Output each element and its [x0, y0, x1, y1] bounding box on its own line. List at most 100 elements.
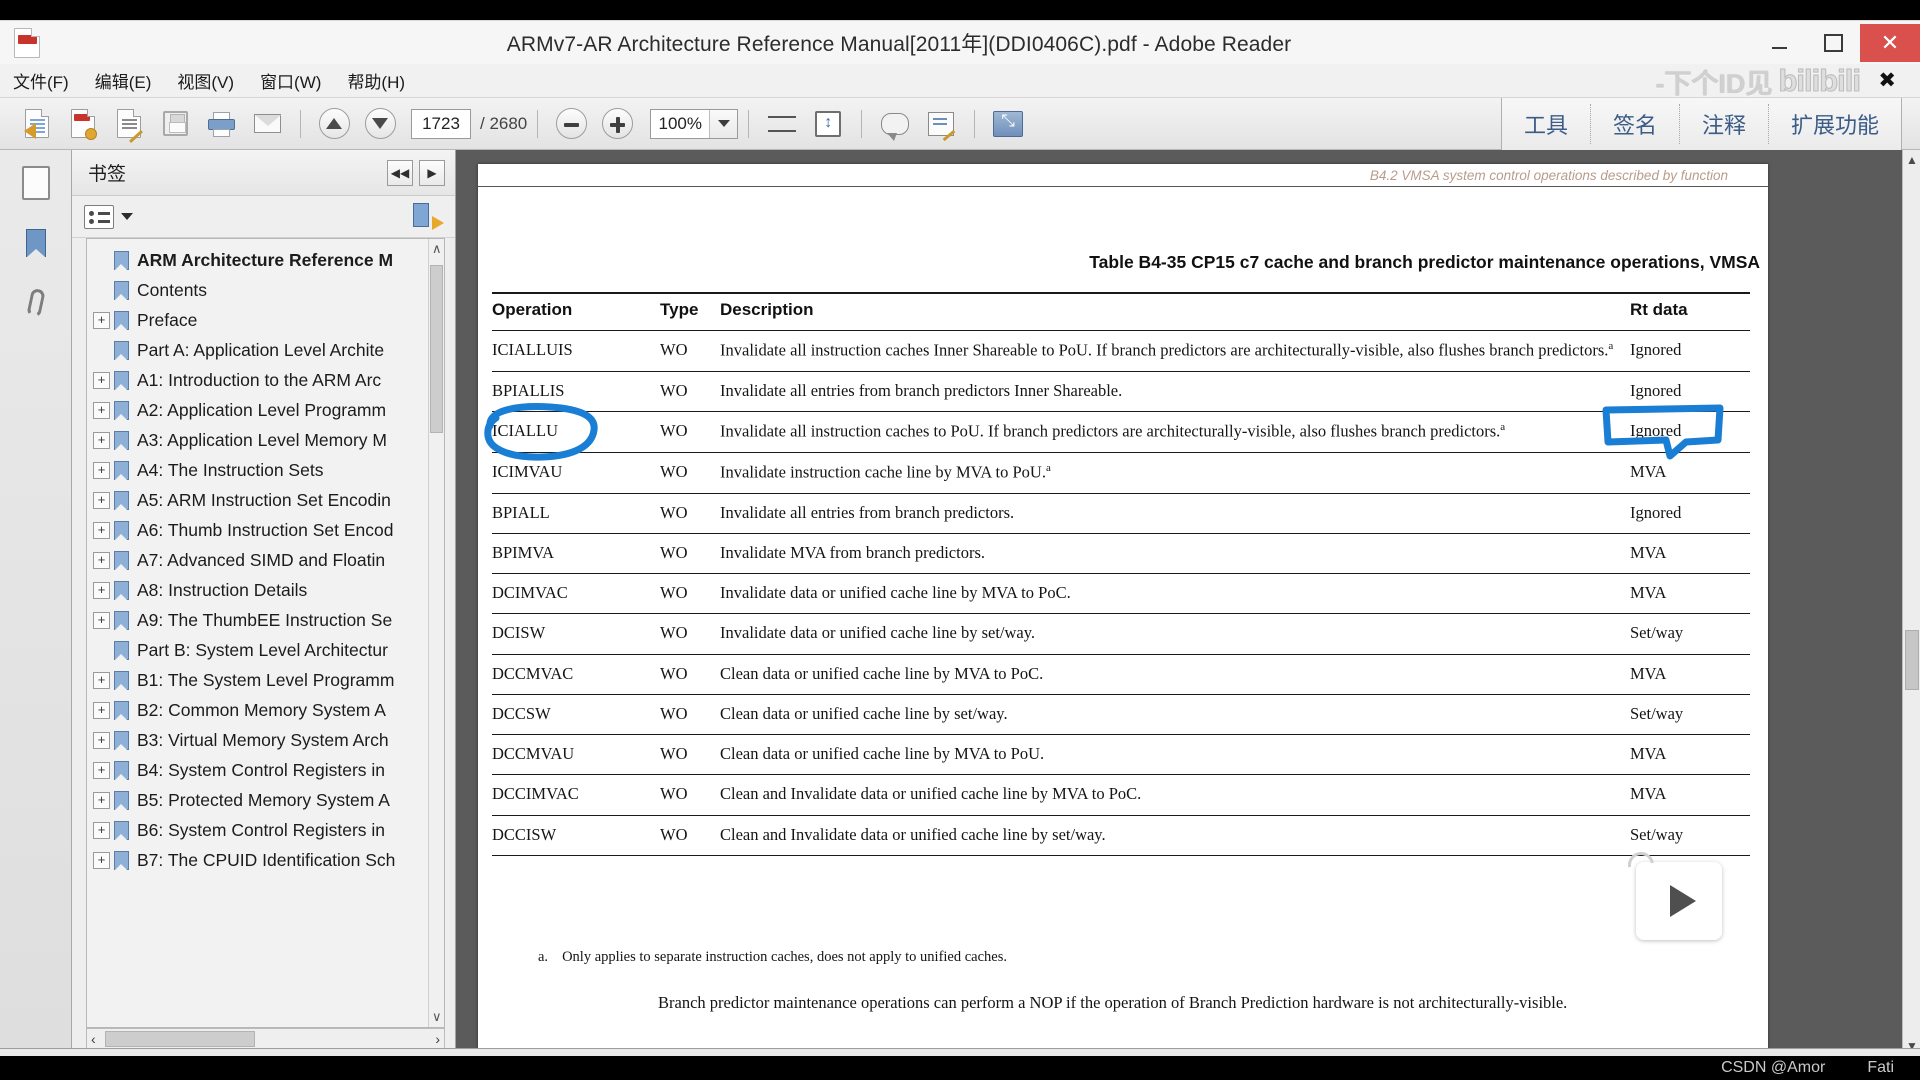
bookmark-item[interactable]: + A1: Introduction to the ARM Arc: [87, 365, 444, 395]
maximize-button[interactable]: [1806, 24, 1860, 62]
next-page-button[interactable]: [357, 104, 403, 144]
page-thumbnails-icon[interactable]: [13, 160, 59, 206]
cell-operation[interactable]: DCCMVAU: [492, 734, 660, 776]
attachments-icon[interactable]: [13, 280, 59, 326]
close-button[interactable]: ✕: [1860, 23, 1920, 62]
scroll-down-icon[interactable]: ∨: [432, 1009, 442, 1025]
cell-operation[interactable]: ICIALLUIS: [492, 330, 660, 372]
cell-operation[interactable]: DCCMVAC: [492, 654, 660, 695]
menu-file[interactable]: 文件(F): [0, 65, 82, 96]
cell-operation[interactable]: DCISW: [492, 613, 660, 655]
bookmark-item[interactable]: + A5: ARM Instruction Set Encodin: [87, 485, 444, 515]
expand-panel-icon[interactable]: ▶: [419, 159, 445, 186]
fit-width-icon[interactable]: [759, 104, 805, 144]
menu-help[interactable]: 帮助(H): [334, 65, 418, 96]
bookmark-item[interactable]: + A6: Thumb Instruction Set Encod: [87, 515, 444, 545]
cell-operation[interactable]: DCCIMVAC: [492, 774, 660, 816]
expander-icon[interactable]: +: [93, 761, 110, 779]
edit-pdf-icon[interactable]: [106, 104, 152, 144]
expander-icon[interactable]: +: [93, 311, 110, 329]
bookmark-item[interactable]: + B1: The System Level Programm: [87, 665, 444, 695]
tool-tab-sign[interactable]: 签名: [1591, 103, 1680, 144]
print-icon[interactable]: [198, 104, 244, 144]
bookmark-item[interactable]: + B3: Virtual Memory System Arch: [87, 725, 444, 755]
bookmark-item[interactable]: + A2: Application Level Programm: [87, 395, 444, 425]
expander-icon[interactable]: +: [93, 551, 110, 569]
expander-icon[interactable]: +: [93, 611, 110, 629]
hscrollbar-thumb[interactable]: [105, 1031, 255, 1047]
expander-icon[interactable]: +: [93, 701, 110, 719]
scroll-left-icon[interactable]: ‹: [91, 1031, 96, 1047]
collapse-panel-icon[interactable]: ◀◀: [387, 159, 413, 186]
tool-tab-extended[interactable]: 扩展功能: [1769, 104, 1901, 144]
cell-operation[interactable]: DCCSW: [492, 694, 660, 736]
add-note-icon[interactable]: [918, 104, 964, 144]
bookmarks-horizontal-scrollbar[interactable]: ‹ ›: [86, 1028, 445, 1050]
expander-icon[interactable]: +: [93, 521, 110, 539]
zoom-level-select[interactable]: 100%: [650, 108, 739, 139]
bookmark-item[interactable]: + A7: Advanced SIMD and Floatin: [87, 545, 444, 575]
cell-operation[interactable]: ICIMVAU: [492, 452, 660, 494]
floating-play-widget[interactable]: [1622, 846, 1722, 940]
create-pdf-icon[interactable]: [60, 104, 106, 144]
cell-operation[interactable]: BPIMVA: [492, 533, 660, 575]
watermark-close-icon[interactable]: ✖: [1878, 68, 1896, 93]
tool-tab-comment[interactable]: 注释: [1680, 103, 1769, 144]
document-viewport[interactable]: B4.2 VMSA system control operations desc…: [456, 150, 1920, 1056]
document-vertical-scrollbar[interactable]: ▲ ▼: [1902, 150, 1920, 1056]
expander-icon[interactable]: +: [93, 581, 110, 599]
cell-operation[interactable]: BPIALLIS: [492, 371, 660, 413]
new-bookmark-icon[interactable]: [413, 202, 444, 231]
bookmark-item[interactable]: + A4: The Instruction Sets: [87, 455, 444, 485]
bookmark-item[interactable]: + B2: Common Memory System A: [87, 695, 444, 725]
cell-operation[interactable]: ICIALLU: [492, 411, 660, 453]
save-icon[interactable]: [152, 104, 198, 144]
scroll-up-icon[interactable]: ∧: [432, 241, 442, 257]
zoom-out-button[interactable]: [548, 104, 594, 144]
add-comment-icon[interactable]: [872, 104, 918, 144]
cell-operation[interactable]: BPIALL: [492, 493, 660, 534]
play-icon[interactable]: [1670, 885, 1696, 917]
bookmark-item[interactable]: +Part B: System Level Architectur: [87, 635, 444, 665]
expander-icon[interactable]: +: [93, 671, 110, 689]
bookmark-item[interactable]: + Preface: [87, 305, 444, 335]
bookmark-item[interactable]: + B7: The CPUID Identification Sch: [87, 845, 444, 875]
menu-edit[interactable]: 编辑(E): [82, 65, 165, 96]
bookmark-item[interactable]: +Part A: Application Level Archite: [87, 335, 444, 365]
doc-scrollbar-thumb[interactable]: [1905, 630, 1919, 690]
fit-page-icon[interactable]: [805, 104, 851, 144]
scroll-right-icon[interactable]: ›: [435, 1031, 440, 1047]
page-number-input[interactable]: 1723: [411, 108, 471, 139]
expander-icon[interactable]: +: [93, 851, 110, 869]
read-mode-icon[interactable]: [985, 104, 1031, 144]
bookmark-item[interactable]: + B5: Protected Memory System A: [87, 785, 444, 815]
previous-page-button[interactable]: [311, 104, 357, 144]
expander-icon[interactable]: +: [93, 371, 110, 389]
expander-icon[interactable]: +: [93, 461, 110, 479]
expander-icon[interactable]: +: [93, 491, 110, 509]
bookmark-item[interactable]: + A9: The ThumbEE Instruction Se: [87, 605, 444, 635]
expander-icon[interactable]: +: [93, 791, 110, 809]
doc-scroll-up-icon[interactable]: ▲: [1906, 153, 1918, 167]
expander-icon[interactable]: +: [93, 431, 110, 449]
menu-view[interactable]: 视图(V): [164, 65, 247, 96]
bookmark-item[interactable]: + A8: Instruction Details: [87, 575, 444, 605]
cell-operation[interactable]: DCCISW: [492, 815, 660, 856]
tool-tab-tools[interactable]: 工具: [1502, 103, 1591, 144]
minimize-button[interactable]: [1752, 24, 1806, 62]
bookmark-item[interactable]: + A3: Application Level Memory M: [87, 425, 444, 455]
chevron-down-icon[interactable]: [709, 109, 738, 138]
menu-window[interactable]: 窗口(W): [247, 65, 334, 96]
cell-operation[interactable]: DCIMVAC: [492, 573, 660, 615]
bookmark-options-icon[interactable]: [84, 204, 114, 229]
scrollbar-thumb[interactable]: [430, 265, 443, 433]
expander-icon[interactable]: +: [93, 401, 110, 419]
bookmarks-vertical-scrollbar[interactable]: ∧ ∨: [428, 239, 444, 1027]
expander-icon[interactable]: +: [93, 731, 110, 749]
chevron-down-icon[interactable]: [121, 213, 133, 220]
bookmarks-icon[interactable]: [13, 220, 59, 266]
expander-icon[interactable]: +: [93, 821, 110, 839]
bookmark-item[interactable]: +Contents: [87, 275, 444, 305]
email-icon[interactable]: [244, 104, 290, 144]
zoom-in-button[interactable]: [594, 104, 640, 144]
